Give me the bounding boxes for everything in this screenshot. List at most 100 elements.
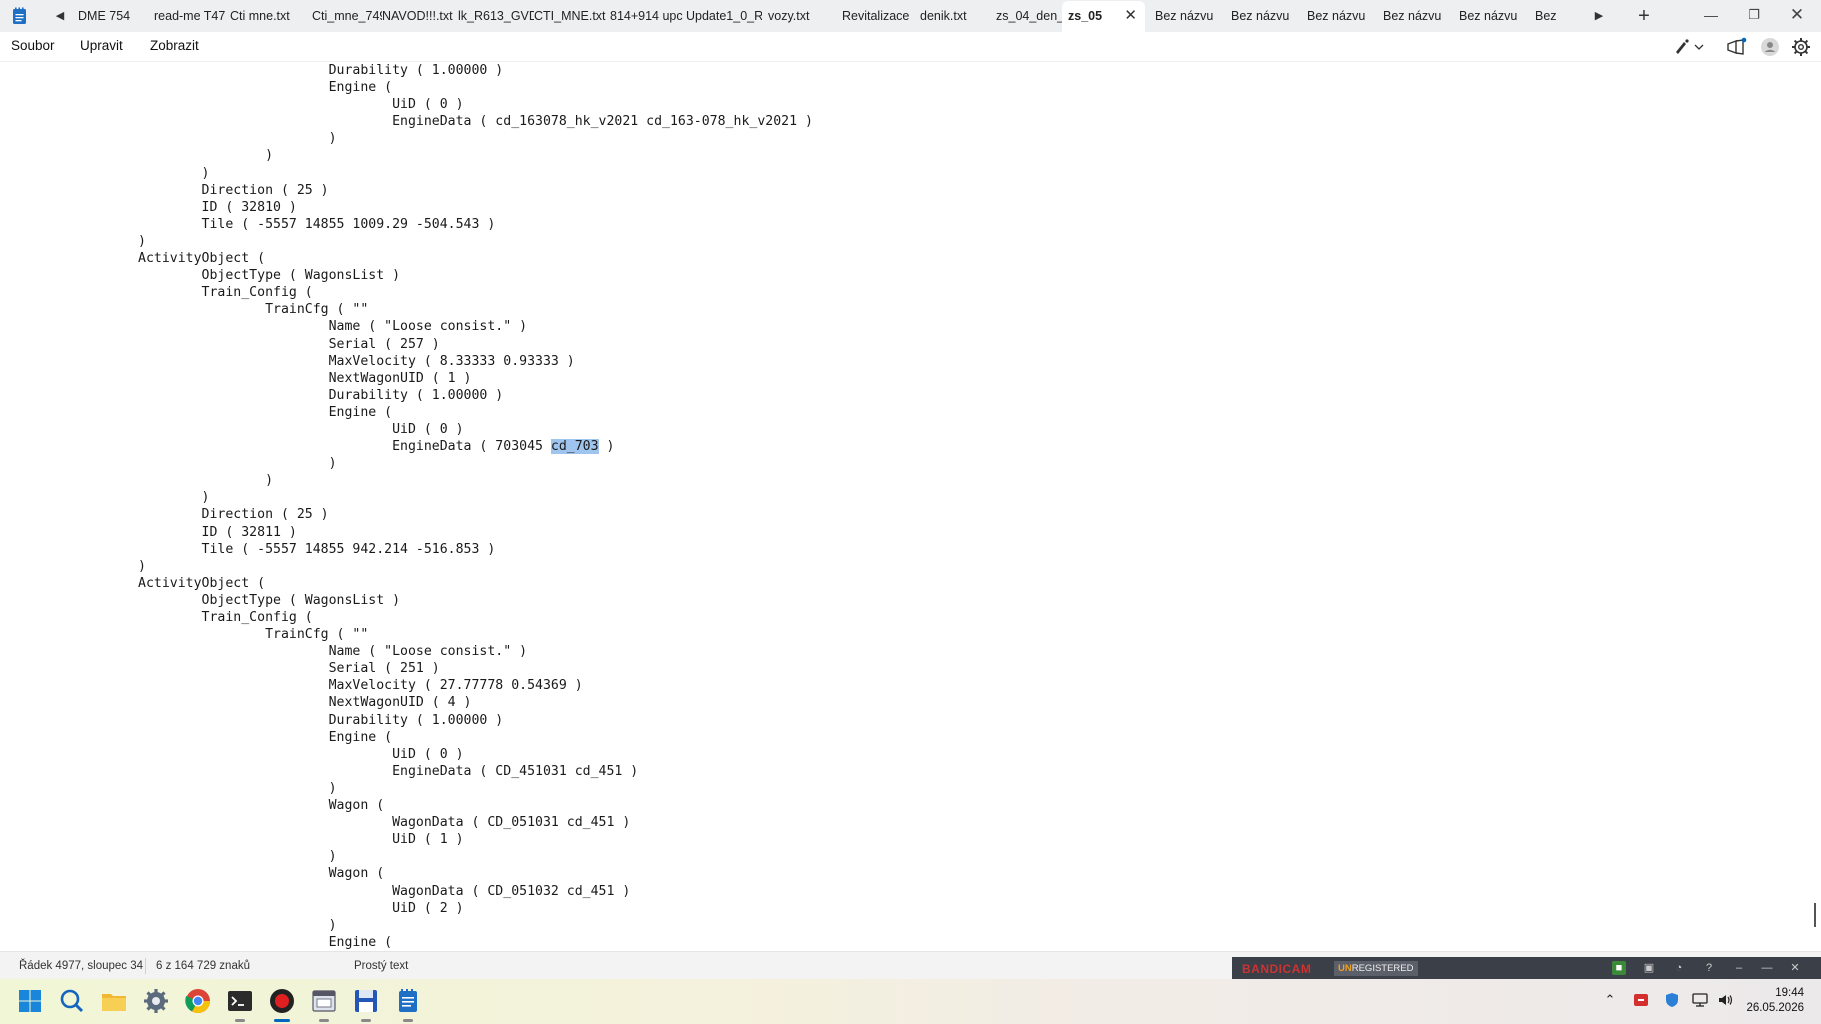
status-divider: [145, 958, 146, 974]
close-tab-icon[interactable]: ✕: [1124, 1, 1137, 31]
running-indicator: [235, 1019, 245, 1022]
text-mode: Prostý text: [354, 960, 409, 972]
minimize-icon[interactable]: —: [1688, 0, 1734, 32]
text-editor-area[interactable]: Durability ( 1.00000 ) Engine ( UiD ( 0 …: [0, 62, 1810, 951]
code-line: UiD ( 0 ): [11, 421, 464, 437]
bandicam-record-icon[interactable]: [267, 986, 297, 1022]
tab-bez-nazvu-6[interactable]: Bez názvu: [1525, 0, 1560, 32]
code-line: ): [11, 131, 337, 147]
code-text: Durability ( 1.00000 ) Engine ( UiD ( 0 …: [11, 62, 813, 951]
tab-read-me-t47[interactable]: read-me T47: [154, 0, 230, 32]
file-explorer-icon[interactable]: [99, 986, 129, 1016]
tab-navod[interactable]: NAVOD!!!.txt: [382, 0, 458, 32]
code-line: Name ( "Loose consist." ): [11, 319, 528, 335]
code-line: ObjectType ( WagonsList ): [11, 592, 401, 608]
notepad-taskbar-icon[interactable]: [393, 986, 423, 1022]
unregistered-rest: REGISTERED: [1351, 963, 1414, 974]
tab-denik[interactable]: denik.txt: [912, 0, 988, 32]
menu-bar: Soubor Upravit Zobrazit: [0, 32, 1821, 62]
taskbar-clock[interactable]: 19:44 26.05.2026: [1742, 987, 1804, 1014]
tab-update1-0-r[interactable]: Update1_0_R: [686, 0, 762, 32]
search-icon[interactable]: [57, 986, 87, 1016]
tab-cti-mne-749[interactable]: Cti_mne_749: [306, 0, 382, 32]
settings-gear-icon[interactable]: [1790, 36, 1812, 58]
bandicam-bar: BANDICAM UNREGISTERED ■ ▣ ◔ ? – — ✕: [1232, 957, 1821, 979]
tab-strip: DME 754 read-me T47 Cti mne.txt Cti_mne_…: [78, 0, 1560, 32]
code-line: UiD ( 1 ): [11, 832, 464, 848]
settings-app-icon[interactable]: [141, 986, 171, 1016]
folder-icon[interactable]: ▣: [1642, 961, 1656, 975]
window-close-icon[interactable]: ✕: [1774, 0, 1820, 32]
copilot-notification-icon[interactable]: [1724, 36, 1748, 58]
code-line: ): [11, 780, 337, 796]
code-line: ): [11, 473, 274, 489]
code-line: ): [11, 456, 337, 472]
tray-red-app-icon[interactable]: [1632, 991, 1650, 1009]
running-indicator: [319, 1019, 329, 1022]
bc-minimize-icon[interactable]: —: [1760, 961, 1774, 975]
menu-view[interactable]: Zobrazit: [150, 38, 199, 53]
help-icon[interactable]: ?: [1702, 961, 1716, 975]
clock-icon[interactable]: ◔: [1672, 961, 1686, 975]
clock-time: 19:44: [1775, 987, 1804, 999]
code-line: NextWagonUID ( 1 ): [11, 370, 472, 386]
code-line: Engine (: [11, 729, 393, 745]
vertical-scrollbar-thumb[interactable]: [1814, 903, 1816, 927]
cursor-position: Řádek 4977, sloupec 34: [19, 960, 144, 972]
tray-shield-icon[interactable]: [1663, 991, 1681, 1009]
code-line: ActivityObject (: [11, 575, 266, 591]
code-line: ): [11, 917, 337, 933]
new-tab-plus-icon[interactable]: +: [1632, 4, 1656, 28]
code-line: Train_Config (: [11, 285, 313, 301]
tab-dme-754[interactable]: DME 754: [78, 0, 154, 32]
code-line: Serial ( 251 ): [11, 661, 440, 677]
tab-zs-04-den-b[interactable]: zs_04_den_b: [988, 0, 1062, 32]
account-avatar-icon[interactable]: [1759, 36, 1781, 58]
code-line: Direction ( 25 ): [11, 507, 329, 523]
tab-cti-mne[interactable]: Cti mne.txt: [230, 0, 306, 32]
menu-file[interactable]: Soubor: [11, 38, 55, 53]
code-line: Durability ( 1.00000 ): [11, 63, 504, 78]
code-line: Engine (: [11, 80, 393, 96]
tab-bez-nazvu-2[interactable]: Bez názvu: [1221, 0, 1297, 32]
tab-cti-mne-upper[interactable]: CTI_MNE.txt: [534, 0, 610, 32]
code-line: ): [11, 849, 337, 865]
writing-tools-icon[interactable]: [1672, 36, 1706, 58]
bc-close-icon[interactable]: ✕: [1788, 961, 1802, 975]
unregistered-badge: UNREGISTERED: [1334, 961, 1418, 976]
tab-revitalizace[interactable]: Revitalizace: [836, 0, 912, 32]
code-line: Direction ( 25 ): [11, 182, 329, 198]
notepad-app-icon: [13, 7, 26, 24]
unregistered-prefix: UN: [1338, 963, 1352, 974]
tab-bez-nazvu-5[interactable]: Bez názvu: [1449, 0, 1525, 32]
code-line: ): [11, 148, 274, 164]
restore-icon[interactable]: ❐: [1731, 0, 1777, 32]
clock-date: 26.05.2026: [1746, 1002, 1804, 1014]
code-line: UiD ( 2 ): [11, 900, 464, 916]
volume-icon[interactable]: [1716, 991, 1734, 1009]
tab-bez-nazvu-3[interactable]: Bez názvu: [1297, 0, 1373, 32]
code-line: Tile ( -5557 14855 942.214 -516.853 ): [11, 541, 496, 557]
network-icon[interactable]: [1691, 991, 1709, 1009]
tab-vozy[interactable]: vozy.txt: [762, 0, 836, 32]
code-line: ): [11, 558, 146, 574]
tab-lk-r613-gvd[interactable]: lk_R613_GVD: [458, 0, 534, 32]
tab-scroll-left-icon[interactable]: ◀: [52, 7, 68, 25]
menu-edit[interactable]: Upravit: [80, 38, 123, 53]
tab-814-914[interactable]: 814+914 upc: [610, 0, 686, 32]
tab-scroll-right-icon[interactable]: ▶: [1591, 7, 1607, 25]
selected-text: cd_703: [550, 439, 599, 455]
save-disk-icon[interactable]: [351, 986, 381, 1022]
bc-minimize-small-icon[interactable]: –: [1732, 961, 1746, 975]
tab-bez-nazvu-1[interactable]: Bez názvu: [1145, 0, 1221, 32]
code-line: ): [11, 490, 210, 506]
tab-bez-nazvu-4[interactable]: Bez názvu: [1373, 0, 1449, 32]
lock-icon[interactable]: ■: [1612, 961, 1626, 975]
character-count: 6 z 164 729 znaků: [156, 960, 250, 972]
chrome-icon[interactable]: [183, 986, 213, 1016]
terminal-icon[interactable]: [225, 986, 255, 1022]
start-windows-icon[interactable]: [15, 986, 45, 1016]
tab-zs-05-active[interactable]: zs_05 ✕: [1062, 1, 1145, 32]
tray-chevron-up-icon[interactable]: ⌃: [1601, 991, 1619, 1009]
window-app-icon[interactable]: [309, 986, 339, 1022]
